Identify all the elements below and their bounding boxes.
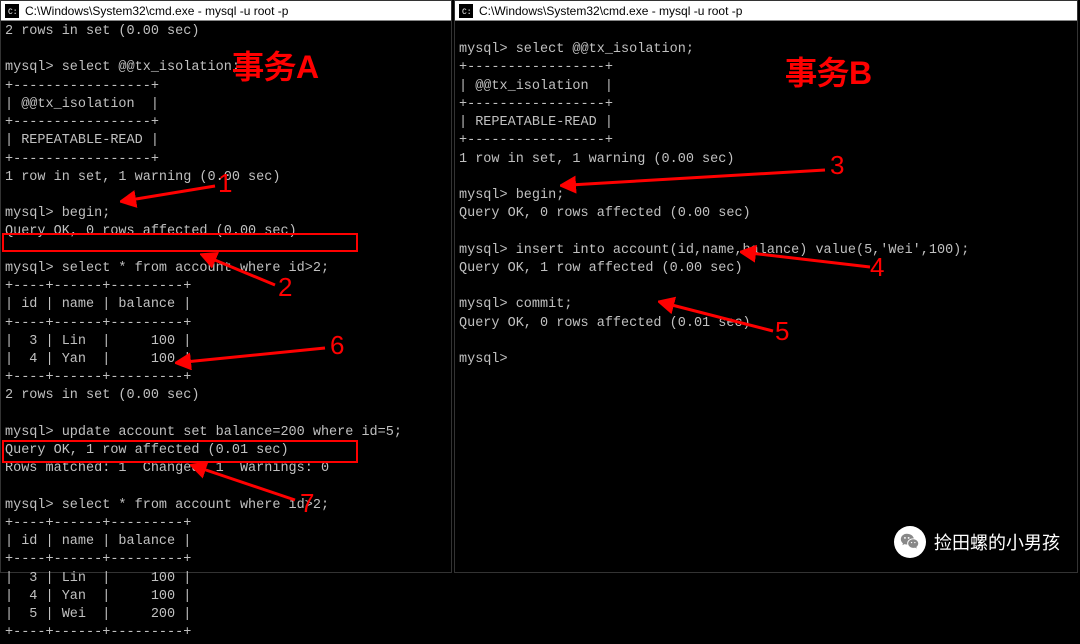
cmd-icon: C: — [5, 4, 19, 18]
watermark: 捡田螺的小男孩 — [894, 526, 1060, 558]
wechat-icon — [894, 526, 926, 558]
titlebar-text-a: C:\Windows\System32\cmd.exe - mysql -u r… — [25, 4, 288, 18]
titlebar-b[interactable]: C: C:\Windows\System32\cmd.exe - mysql -… — [455, 1, 1077, 21]
terminal-body-b[interactable]: mysql> select @@tx_isolation; +---------… — [455, 21, 1077, 371]
watermark-text: 捡田螺的小男孩 — [934, 529, 1060, 555]
titlebar-text-b: C:\Windows\System32\cmd.exe - mysql -u r… — [479, 4, 742, 18]
terminal-window-a: C: C:\Windows\System32\cmd.exe - mysql -… — [0, 0, 452, 573]
svg-text:C:: C: — [8, 8, 17, 16]
cmd-icon: C: — [459, 4, 473, 18]
terminal-body-a[interactable]: 2 rows in set (0.00 sec) mysql> select @… — [1, 21, 451, 644]
titlebar-a[interactable]: C: C:\Windows\System32\cmd.exe - mysql -… — [1, 1, 451, 21]
terminal-window-b: C: C:\Windows\System32\cmd.exe - mysql -… — [454, 0, 1078, 573]
svg-text:C:: C: — [462, 8, 471, 16]
